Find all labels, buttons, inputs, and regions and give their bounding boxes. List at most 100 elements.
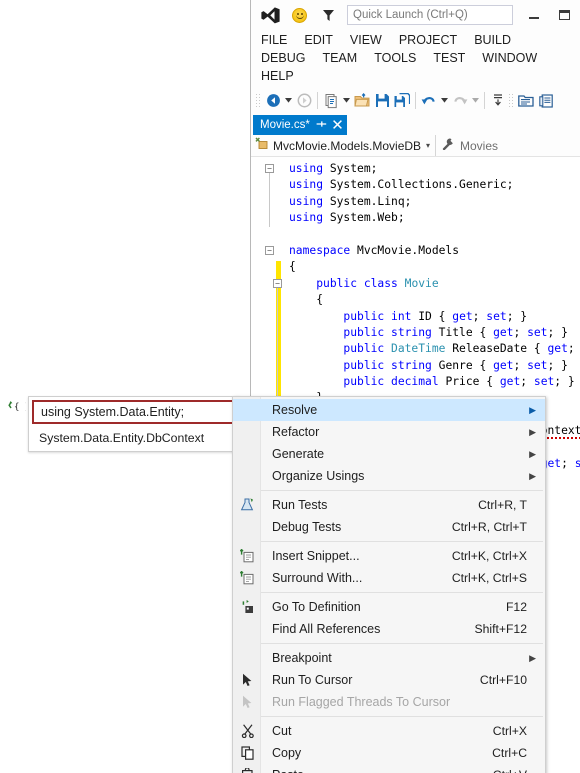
context-menu-item-label: Go To Definition bbox=[272, 600, 361, 614]
code-line: using System.Linq; bbox=[289, 194, 412, 208]
menu-tools[interactable]: TOOLS bbox=[374, 49, 424, 67]
menu-window[interactable]: WINDOW bbox=[482, 49, 545, 67]
context-menu-item-insert-snippet[interactable]: Insert Snippet... Ctrl+K, Ctrl+X bbox=[233, 545, 545, 567]
code-line: { bbox=[289, 260, 296, 274]
menu-view[interactable]: VIEW bbox=[350, 31, 390, 49]
type-dropdown[interactable]: MvcMovie.Models.MovieDB ▾ bbox=[251, 135, 436, 156]
context-menu-item-shortcut: F12 bbox=[505, 600, 527, 614]
start-debug-icon[interactable] bbox=[488, 90, 508, 112]
quick-action-resolved-symbol[interactable]: System.Data.Entity.DbContext bbox=[29, 427, 239, 451]
undo-icon[interactable] bbox=[419, 90, 439, 112]
context-menu-item-paste[interactable]: PasteCtrl+V bbox=[233, 764, 545, 773]
screenshot-root: FILE EDIT VIEW PROJECT BUILD DEBUG TEAM TOOLS TE… bbox=[0, 0, 580, 773]
paste-icon bbox=[239, 767, 256, 773]
context-menu-item-label: Run To Cursor bbox=[272, 673, 353, 687]
quick-launch-funnel-icon[interactable] bbox=[321, 8, 335, 22]
menu-debug[interactable]: DEBUG bbox=[261, 49, 313, 67]
save-icon[interactable] bbox=[372, 90, 392, 112]
solution-explorer-icon[interactable] bbox=[516, 90, 536, 112]
navigate-backward-icon[interactable] bbox=[263, 90, 283, 112]
context-menu-separator bbox=[261, 541, 543, 542]
tab-movie-cs[interactable]: Movie.cs* bbox=[253, 115, 347, 135]
context-menu-item-surround-with[interactable]: Surround With... Ctrl+K, Ctrl+S bbox=[233, 567, 545, 589]
context-menu-item-shortcut: Ctrl+X bbox=[492, 724, 527, 738]
context-menu-item-run-to-cursor[interactable]: Run To Cursor Ctrl+F10 bbox=[233, 669, 545, 691]
context-menu-item-label: Cut bbox=[272, 724, 292, 738]
toolbar-grip-2[interactable] bbox=[508, 92, 514, 109]
menu-test[interactable]: TEST bbox=[433, 49, 473, 67]
context-menu-item-go-to-definition[interactable]: Go To Definition F12 bbox=[233, 596, 545, 618]
menu-help[interactable]: HELP bbox=[261, 67, 302, 85]
properties-window-icon[interactable] bbox=[536, 90, 556, 112]
context-menu-item-run-tests[interactable]: Run Tests Ctrl+R, T bbox=[233, 494, 545, 516]
pin-tab-icon[interactable] bbox=[316, 119, 327, 131]
close-tab-icon[interactable] bbox=[332, 119, 342, 131]
new-item-icon[interactable] bbox=[321, 90, 341, 112]
code-line: namespace MvcMovie.Models bbox=[289, 243, 460, 257]
cursor-arrow-icon bbox=[239, 672, 256, 688]
tab-label: Movie.cs* bbox=[260, 119, 310, 131]
context-menu-item-organize-usings[interactable]: Organize Usings ▶ bbox=[233, 465, 545, 487]
code-line: public string Genre { get; set; } bbox=[343, 358, 568, 372]
editor-context-menu[interactable]: Resolve ▶ Refactor ▶ Generate ▶ Organize Using… bbox=[232, 396, 546, 773]
context-menu-item-cut[interactable]: Cut Ctrl+X bbox=[233, 720, 545, 742]
window-controls bbox=[518, 0, 580, 30]
context-menu-item-run-flagged-threads-to-cursor: Run Flagged Threads To Cursor bbox=[233, 691, 545, 713]
redo-icon[interactable] bbox=[450, 90, 470, 112]
copy-icon bbox=[239, 745, 256, 761]
code-line: { bbox=[316, 293, 324, 307]
quick-action-lightbulb-braces-icon[interactable]: { } bbox=[8, 400, 30, 416]
maximize-button[interactable] bbox=[549, 0, 580, 30]
code-line: public int ID { get; set; } bbox=[343, 309, 528, 323]
menu-bar: FILE EDIT VIEW PROJECT BUILD DEBUG TEAM TOOLS TE… bbox=[251, 30, 580, 87]
code-line: public string Title { get; set; } bbox=[343, 325, 568, 339]
quick-launch-input[interactable] bbox=[347, 5, 513, 25]
insert-snippet-icon bbox=[239, 548, 256, 564]
toolbar-grip[interactable] bbox=[255, 92, 261, 109]
code-line: public decimal Price { get; set; } bbox=[343, 375, 575, 389]
open-file-icon[interactable] bbox=[352, 90, 372, 112]
menu-build[interactable]: BUILD bbox=[474, 31, 519, 49]
go-to-definition-icon bbox=[239, 599, 256, 615]
context-menu-item-label: Resolve bbox=[272, 403, 318, 417]
new-item-dropdown-icon[interactable] bbox=[341, 90, 352, 112]
quick-action-suggested-fix[interactable]: using System.Data.Entity; bbox=[32, 400, 236, 424]
undo-dropdown-icon[interactable] bbox=[439, 90, 450, 112]
context-menu-item-breakpoint[interactable]: Breakpoint ▶ bbox=[233, 647, 545, 669]
context-menu-item-shortcut: Shift+F12 bbox=[474, 622, 527, 636]
navigate-backward-dropdown-icon[interactable] bbox=[283, 90, 294, 112]
scissors-icon bbox=[239, 723, 256, 739]
menu-project[interactable]: PROJECT bbox=[399, 31, 465, 49]
menu-team[interactable]: TEAM bbox=[322, 49, 365, 67]
quick-action-popup[interactable]: { } using System.Data.Entity; System.Dat… bbox=[8, 396, 240, 452]
document-tab-strip: Movie.cs* bbox=[251, 114, 580, 135]
navigation-bar: MvcMovie.Models.MovieDB ▾ Movies bbox=[251, 135, 580, 157]
chevron-down-icon: ▾ bbox=[426, 141, 431, 150]
context-menu-item-label: Refactor bbox=[272, 425, 320, 439]
feedback-smiley-icon[interactable] bbox=[292, 7, 307, 23]
context-menu-item-label: Copy bbox=[272, 746, 302, 760]
save-all-icon[interactable] bbox=[392, 90, 412, 112]
navigate-forward-icon[interactable] bbox=[294, 90, 314, 112]
context-menu-item-label: Organize Usings bbox=[272, 469, 365, 483]
code-line: using System.Web; bbox=[289, 211, 405, 225]
member-dropdown[interactable]: Movies bbox=[436, 137, 498, 155]
context-menu-item-label: Generate bbox=[272, 447, 325, 461]
minimize-button[interactable] bbox=[518, 0, 549, 30]
context-menu-item-refactor[interactable]: Refactor ▶ bbox=[233, 421, 545, 443]
context-menu-item-resolve[interactable]: Resolve ▶ bbox=[233, 399, 545, 421]
menu-edit[interactable]: EDIT bbox=[304, 31, 340, 49]
context-menu-item-copy[interactable]: Copy Ctrl+C bbox=[233, 742, 545, 764]
type-dropdown-label: MvcMovie.Models.MovieDB bbox=[273, 138, 422, 153]
wrench-icon bbox=[442, 137, 454, 155]
context-menu-item-find-all-references[interactable]: Find All References Shift+F12 bbox=[233, 618, 545, 640]
redo-dropdown-icon[interactable] bbox=[470, 90, 481, 112]
context-menu-item-generate[interactable]: Generate ▶ bbox=[233, 443, 545, 465]
context-menu-item-debug-tests[interactable]: Debug Tests Ctrl+R, Ctrl+T bbox=[233, 516, 545, 538]
context-menu-item-label: Insert Snippet... bbox=[272, 549, 360, 563]
surround-with-icon bbox=[239, 570, 256, 586]
code-line: using System.Collections.Generic; bbox=[289, 178, 514, 192]
menu-file[interactable]: FILE bbox=[261, 31, 295, 49]
context-menu-item-shortcut: Ctrl+K, Ctrl+X bbox=[451, 549, 527, 563]
context-menu-item-label: Run Tests bbox=[272, 498, 328, 512]
